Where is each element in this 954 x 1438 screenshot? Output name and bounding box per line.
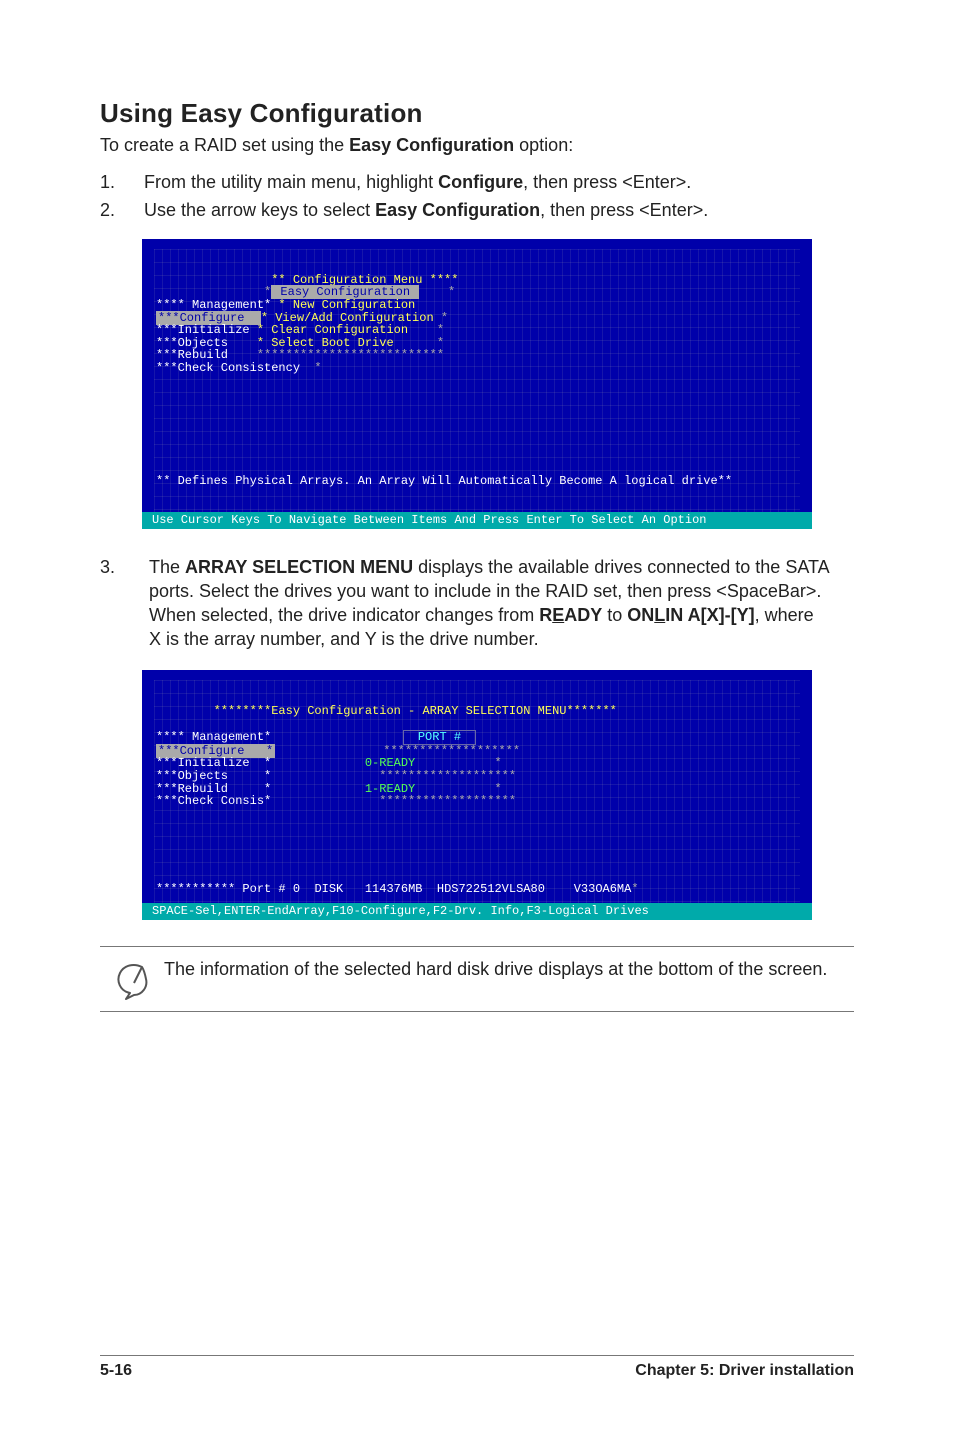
step-number: 3. [100,555,144,579]
s3-t3: to [602,605,627,625]
note-block: The information of the selected hard dis… [100,946,854,1012]
step-text: Use the arrow keys to select [144,200,375,220]
step-bold: Easy Configuration [375,200,540,220]
page-number: 5-16 [100,1362,132,1380]
page-footer: 5-16 Chapter 5: Driver installation [0,1355,954,1438]
chapter-title: Chapter 5: Driver installation [635,1362,854,1380]
step-text: From the utility main menu, highlight [144,172,438,192]
drive-row-disk: DISK [314,882,343,896]
step-3: 3. The ARRAY SELECTION MENU displays the… [100,555,854,652]
s3-b1: ARRAY SELECTION MENU [185,557,413,577]
steps-list: 1. From the utility main menu, highlight… [100,170,854,223]
intro-prefix: To create a RAID set using the [100,135,349,155]
terminal-help-bar: Use Cursor Keys To Navigate Between Item… [142,512,812,529]
s3-t1: The [149,557,185,577]
terminal-screenshot-2: ********Easy Configuration - ARRAY SELEC… [142,670,812,920]
note-text: The information of the selected hard dis… [164,957,827,981]
step-1: 1. From the utility main menu, highlight… [100,170,854,194]
intro-bold: Easy Configuration [349,135,514,155]
drive-row-model: HDS722512VLSA80 [437,882,545,896]
step-number: 2. [100,198,144,222]
s3-ready: READY [539,605,602,625]
drive-row-fw: V33OA6MA [574,882,632,896]
menu-management: **** Management* [156,298,271,312]
terminal-help-bar-2: SPACE-Sel,ENTER-EndArray,F10-Configure,F… [142,903,812,920]
array-selection-title: ********Easy Configuration - ARRAY SELEC… [214,704,617,718]
m2-row: **** Management* [156,730,271,744]
intro-line: To create a RAID set using the Easy Conf… [100,135,854,156]
terminal-screenshot-1: ** Configuration Menu **** * Easy Config… [142,239,812,529]
step-text-end: , then press <Enter>. [540,200,708,220]
step-bold: Configure [438,172,523,192]
intro-suffix: option: [514,135,573,155]
step-2: 2. Use the arrow keys to select Easy Con… [100,198,854,222]
step-text-end: , then press <Enter>. [523,172,691,192]
drive-row-size: 114376MB [365,882,423,896]
drive-row-port: * Port # 0 [228,882,300,896]
page-heading: Using Easy Configuration [100,98,854,129]
note-icon [100,957,164,1001]
step-number: 1. [100,170,144,194]
menu-check-consistency: ***Check Consistency [156,361,300,375]
defines-line: ** Defines Physical Arrays. An Array Wil… [156,474,732,488]
port-label: PORT # [403,730,476,745]
s3-onlin: ONLIN A[X]-[Y] [627,605,754,625]
m2-row: ***Check Consis* [156,794,271,808]
